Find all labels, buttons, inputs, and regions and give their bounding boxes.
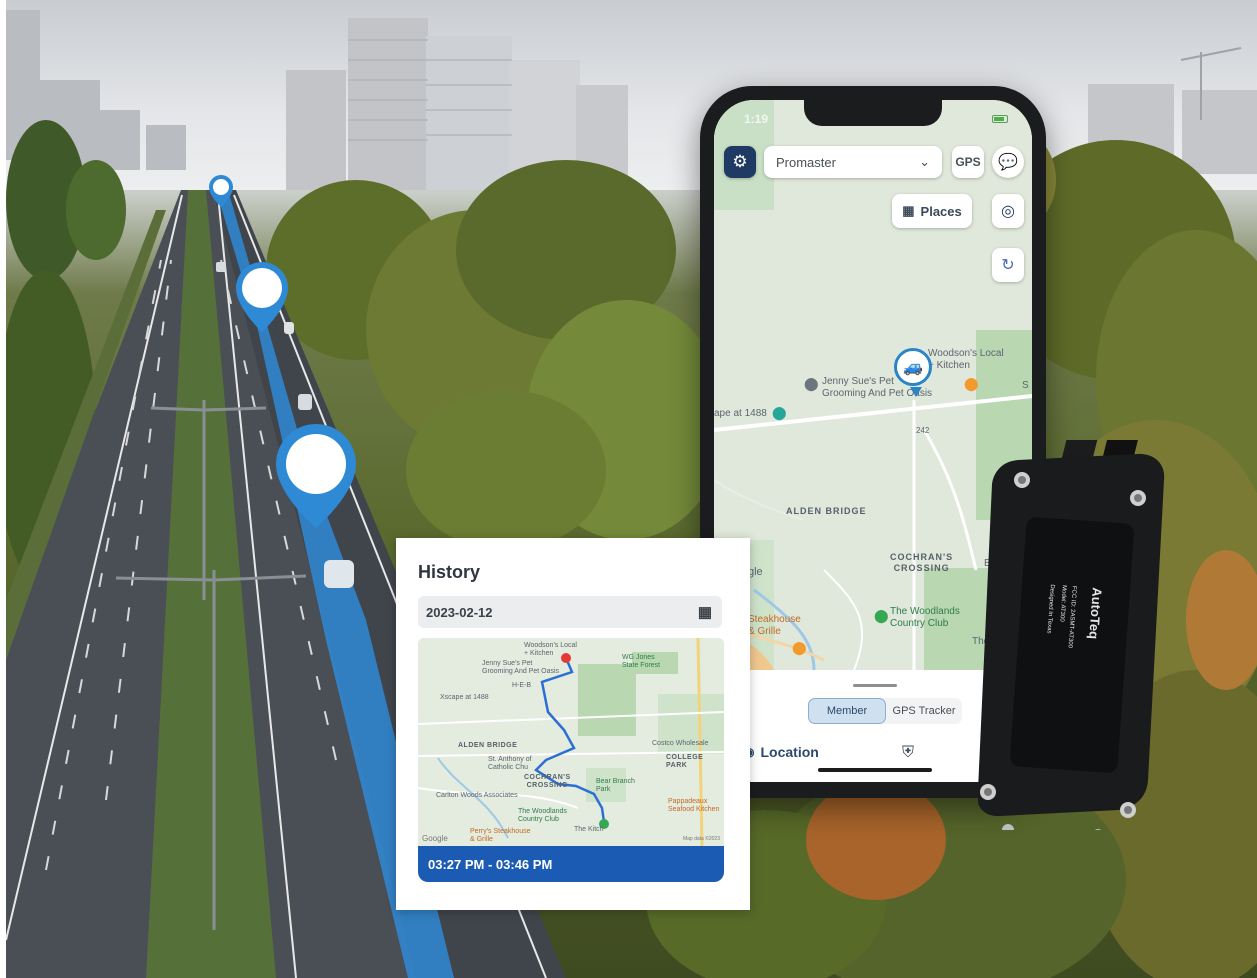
car	[298, 394, 312, 410]
map-label-woodson: Woodson's Local + Kitchen	[928, 348, 1004, 371]
hm-label-costco: Costco Wholesale	[652, 740, 709, 747]
status-time: 1:19	[744, 112, 769, 126]
gear-icon: ⚙	[732, 152, 748, 171]
settings-button[interactable]: ⚙	[724, 146, 756, 178]
history-date-picker[interactable]: 2023-02-12 ▦	[418, 596, 722, 628]
battery-icon	[992, 115, 1008, 123]
chat-button[interactable]: 💬	[992, 146, 1024, 178]
hm-label-wg-jones: WG Jones State Forest	[622, 654, 661, 670]
device-illustration: AutoTeq FCC ID: 2ASMT-AT300 Model: AT300…	[977, 161, 1165, 841]
map-label-cochrans: COCHRAN'S CROSSING	[890, 552, 954, 573]
history-route-map[interactable]: Woodson's Local + Kitchen Jenny Sue's Pe…	[418, 638, 724, 846]
google-logo: Google	[422, 834, 448, 843]
gps-button[interactable]: GPS	[952, 146, 984, 178]
tab-member[interactable]: Member	[808, 698, 886, 724]
nav-safety[interactable]: ⛨	[902, 744, 914, 762]
pin-icon: ⬤	[772, 405, 787, 420]
restaurant-pin-icon: ⬤	[964, 376, 979, 391]
building-icon: ▦	[902, 203, 915, 218]
map-label-alden: ALDEN BRIDGE	[786, 506, 867, 516]
nav-location[interactable]: ◉ Location	[744, 744, 819, 760]
places-label: Places	[920, 203, 962, 219]
hm-label-carlton: Carlton Woods Associates	[436, 792, 518, 799]
hm-label-perrys: Perry's Steakhouse & Grille	[470, 828, 531, 844]
hm-label-st-anthony: St. Anthony of Catholic Chu	[488, 756, 532, 772]
refresh-icon: ↻	[1001, 257, 1015, 274]
vehicle-select-value: Promaster	[776, 154, 836, 170]
hm-label-college-park: COLLEGE PARK	[666, 754, 704, 770]
hm-label-kitchen: The Kitch	[574, 826, 604, 833]
car	[284, 322, 294, 334]
tab-gps-tracker[interactable]: GPS Tracker	[886, 698, 962, 724]
chat-bubble-icon: 💬	[998, 154, 1018, 171]
car-icon: 🚙	[903, 359, 923, 376]
places-button[interactable]: ▦ Places	[892, 194, 972, 228]
car	[324, 560, 354, 588]
crosshair-icon: ◎	[1001, 203, 1015, 220]
sheet-drag-handle[interactable]	[853, 684, 897, 687]
map-label-steakhouse: Steakhouse & Grille	[748, 614, 801, 637]
vehicle-marker[interactable]: 🚙	[894, 348, 932, 397]
history-date-value: 2023-02-12	[426, 604, 493, 620]
car	[216, 262, 226, 272]
map-label-s: S	[1022, 380, 1029, 391]
history-time-range-label: 03:27 PM - 03:46 PM	[428, 856, 553, 872]
hm-label-jenny: Jenny Sue's Pet Grooming And Pet Oasis	[482, 660, 560, 676]
nav-location-label: Location	[760, 744, 819, 760]
hm-label-woodlands: The Woodlands Country Club	[518, 808, 567, 824]
park-pin-icon: ⬤	[874, 608, 889, 623]
refresh-button[interactable]: ↻	[992, 248, 1024, 282]
hm-label-cochrans: COCHRAN'S CROSSING	[524, 774, 571, 790]
chevron-down-icon: ⌄	[919, 154, 930, 169]
shield-icon: ⛨	[902, 744, 915, 761]
hm-label-escape: Xscape at 1488	[440, 694, 489, 701]
map-attribution: Map data ©2023	[682, 836, 720, 842]
map-label-escape: ape at 1488	[714, 408, 767, 419]
hm-label-heb: H-E-B	[512, 682, 532, 689]
hm-label-pappadeaux: Pappadeaux Seafood Kitchen	[668, 798, 720, 814]
mode-segmented-control: Member GPS Tracker	[808, 698, 962, 724]
history-card: History 2023-02-12 ▦ Woodson's Local + K…	[396, 538, 750, 910]
map-label-road: 242	[916, 426, 930, 435]
locate-me-button[interactable]: ◎	[992, 194, 1024, 228]
phone-notch	[804, 100, 942, 126]
hm-label-bear-branch: Bear Branch Park	[596, 778, 635, 794]
map-label-woodlands: The Woodlands Country Club	[890, 606, 960, 629]
map-label-gle: gle	[748, 566, 763, 578]
calendar-icon: ▦	[697, 604, 712, 621]
gps-label: GPS	[955, 155, 981, 169]
gps-tracker-device: AutoTeq FCC ID: 2ASMT-AT300 Model: AT300…	[977, 161, 1178, 841]
home-indicator	[818, 768, 932, 772]
hm-label-alden: ALDEN BRIDGE	[458, 742, 518, 749]
history-time-range[interactable]: 03:27 PM - 03:46 PM	[418, 846, 724, 882]
pin-icon: ⬤	[804, 376, 819, 391]
history-title: History	[418, 562, 481, 582]
restaurant-pin-icon: ⬤	[792, 640, 807, 655]
hm-label-woodson: Woodson's Local + Kitchen	[524, 642, 577, 658]
vehicle-select[interactable]: Promaster ⌄	[764, 146, 942, 178]
